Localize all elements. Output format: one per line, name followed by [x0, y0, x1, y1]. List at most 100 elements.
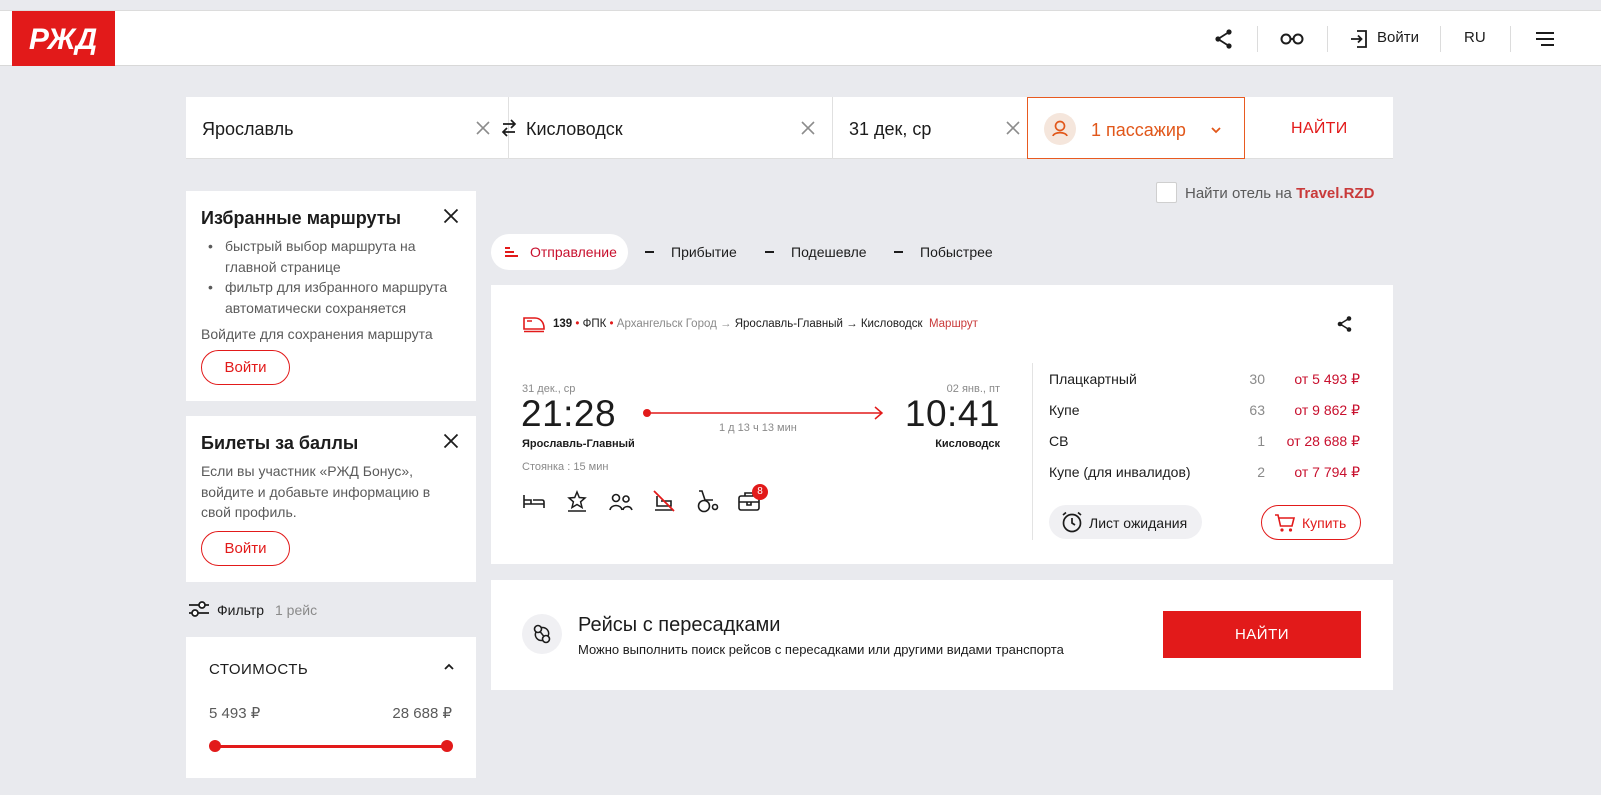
star-service-icon: [565, 489, 589, 513]
route-from: Ярославль-Главный: [734, 318, 843, 330]
swap-icon[interactable]: [500, 117, 518, 139]
class-row[interactable]: Купе (для инвалидов) 2 от 7 794 ₽: [1049, 464, 1362, 495]
glasses-icon[interactable]: [1279, 28, 1305, 50]
route-to: Кисловодск: [860, 318, 923, 330]
sort-departure[interactable]: Отправление: [491, 234, 628, 270]
train-number: 139: [553, 318, 573, 330]
class-row[interactable]: Купе 63 от 9 862 ₽: [1049, 402, 1362, 433]
no-pets-icon: [651, 488, 677, 514]
bullet-line: автоматически сохраняется: [225, 299, 407, 316]
hotel-label: Найти отель на Travel.RZD: [1185, 185, 1374, 202]
close-icon[interactable]: [443, 433, 459, 449]
menu-icon[interactable]: [1534, 28, 1556, 50]
sort-dash-icon: [645, 251, 654, 253]
passengers-icon: [608, 492, 634, 512]
buy-label: Купить: [1302, 515, 1347, 531]
train-origin: Архангельск Город: [616, 318, 717, 330]
favorites-login-button[interactable]: Войти: [201, 350, 290, 385]
price-slider-min-handle[interactable]: [209, 740, 221, 752]
cost-min: 5 493 ₽: [209, 705, 261, 722]
header-divider: [1257, 26, 1258, 52]
hotel-prefix: Найти отель на: [1185, 185, 1297, 202]
train-route-line: 139 • ФПК • Архангельск Город → Ярославл…: [553, 318, 978, 330]
language-switch[interactable]: RU: [1464, 29, 1486, 46]
alarm-clock-icon: [1060, 510, 1084, 534]
sort-faster[interactable]: Побыстрее: [920, 244, 993, 260]
field-divider: [832, 97, 833, 159]
route-arrow: [642, 406, 885, 420]
clear-to-icon[interactable]: [800, 120, 816, 136]
from-field[interactable]: Ярославль: [202, 119, 294, 140]
travel-duration: 1 д 13 ч 13 мин: [719, 422, 797, 434]
login-icon[interactable]: [1348, 28, 1370, 50]
share-icon[interactable]: [1213, 28, 1235, 50]
price-slider-track[interactable]: [215, 745, 447, 748]
class-seats: 2: [1257, 464, 1265, 480]
price-slider-max-handle[interactable]: [441, 740, 453, 752]
class-seats: 30: [1249, 371, 1265, 387]
stop-duration: Стоянка : 15 мин: [522, 461, 609, 473]
find-button[interactable]: НАЙТИ: [1291, 120, 1348, 138]
transfer-icon: [522, 614, 562, 654]
class-seats: 1: [1257, 433, 1265, 449]
favorites-note: Войдите для сохранения маршрута: [201, 326, 433, 342]
train-carrier: ФПК: [582, 318, 607, 330]
transfers-title: Рейсы с пересадками: [578, 614, 781, 636]
points-line: свой профиль.: [201, 504, 297, 520]
header-divider: [1327, 26, 1328, 52]
waitlist-button[interactable]: Лист ожидания: [1049, 505, 1202, 539]
class-list: Плацкартный 30 от 5 493 ₽ Купе 63 от 9 8…: [1049, 371, 1362, 495]
route-link[interactable]: Маршрут: [929, 318, 978, 330]
passenger-icon: [1044, 113, 1076, 145]
class-name: СВ: [1049, 433, 1069, 449]
header-divider: [1440, 26, 1441, 52]
rzd-logo[interactable]: РЖД: [12, 11, 115, 66]
sort-dash-icon: [765, 251, 774, 253]
departure-station: Ярославль-Главный: [522, 438, 635, 450]
bullet-line: фильтр для избранного маршрута: [225, 279, 448, 295]
class-row[interactable]: СВ 1 от 28 688 ₽: [1049, 433, 1362, 464]
share-icon[interactable]: [1336, 315, 1354, 333]
clear-date-icon[interactable]: [1005, 120, 1021, 136]
filter-icon[interactable]: [188, 599, 210, 619]
filter-count: 1 рейс: [275, 602, 318, 618]
travel-rzd-link[interactable]: Travel.RZD: [1296, 185, 1374, 202]
top-header: РЖД Войти RU: [0, 10, 1601, 66]
chevron-down-icon: [1209, 125, 1223, 135]
arrival-station: Кисловодск: [935, 438, 1000, 450]
filter-label[interactable]: Фильтр: [217, 602, 264, 618]
train-card: 139 • ФПК • Архангельск Город → Ярославл…: [491, 285, 1393, 564]
sort-arrival[interactable]: Прибытие: [671, 244, 737, 260]
passenger-selector[interactable]: 1 пассажир: [1027, 97, 1245, 159]
departure-time: 21:28: [521, 393, 617, 434]
close-icon[interactable]: [443, 208, 459, 224]
points-login-button[interactable]: Войти: [201, 531, 290, 566]
to-field[interactable]: Кисловодск: [526, 119, 623, 140]
transfers-find-button[interactable]: НАЙТИ: [1163, 611, 1361, 658]
clear-from-icon[interactable]: [475, 120, 491, 136]
class-price: от 7 794 ₽: [1294, 464, 1360, 480]
sort-cheaper[interactable]: Подешевле: [791, 244, 867, 260]
favorites-bullets: • быстрый выбор маршрута на главной стра…: [208, 236, 447, 318]
sort-departure-label: Отправление: [530, 244, 617, 260]
login-link[interactable]: Войти: [1377, 29, 1419, 46]
waitlist-label: Лист ожидания: [1089, 515, 1188, 531]
train-icon: [522, 315, 546, 333]
list-item: • фильтр для избранного маршрута автомат…: [208, 277, 447, 318]
points-line: Если вы участник «РЖД Бонус»,: [201, 463, 413, 479]
header-divider: [1510, 26, 1511, 52]
class-name: Плацкартный: [1049, 371, 1137, 387]
date-field[interactable]: 31 дек, ср: [849, 119, 931, 140]
cost-filter: СТОИМОСТЬ 5 493 ₽ 28 688 ₽: [186, 637, 476, 778]
card-divider: [1032, 363, 1033, 540]
buy-button[interactable]: Купить: [1261, 505, 1361, 540]
chevron-up-icon[interactable]: [442, 662, 456, 672]
bullet-line: главной странице: [225, 258, 341, 275]
sort-dash-icon: [894, 251, 903, 253]
passenger-count: 1 пассажир: [1091, 120, 1186, 140]
bed-icon: [522, 491, 546, 511]
hotel-checkbox[interactable]: [1156, 182, 1177, 203]
search-bar: Ярославль Кисловодск 31 дек, ср 1 пассаж…: [186, 97, 1393, 159]
class-row[interactable]: Плацкартный 30 от 5 493 ₽: [1049, 371, 1362, 402]
cart-icon: [1274, 513, 1296, 533]
